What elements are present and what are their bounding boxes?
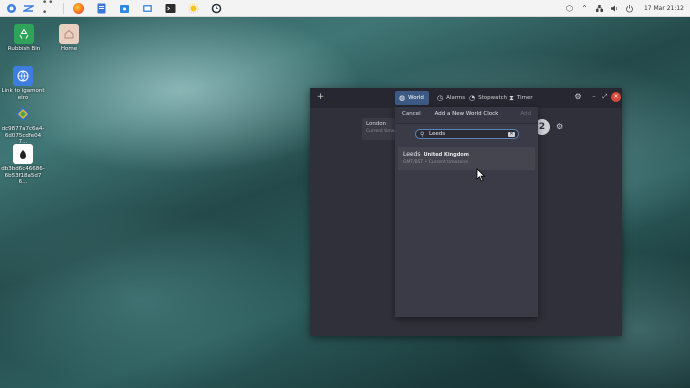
desktop-icon-label: db3bd6c46686-6b53f18a5d76... — [1, 166, 45, 185]
desktop-icon-label: Rubbish Bin — [7, 46, 41, 52]
desktop-icon-rubbish-bin[interactable]: Rubbish Bin — [2, 24, 46, 53]
location-search-input[interactable]: ⚲ Leeds ✕ — [415, 129, 519, 139]
dialog-header: Add a New World Clock Cancel Add — [395, 107, 538, 124]
search-input-value[interactable]: Leeds — [429, 131, 508, 137]
system-tray: ⬡ ⌃ 17 Mar 21:12 — [565, 0, 684, 17]
add-button[interactable]: Add — [520, 111, 531, 117]
search-icon: ⚲ — [420, 130, 425, 138]
panel-separator — [63, 2, 64, 14]
world-clock-city: London — [366, 121, 387, 127]
tab-alarms[interactable]: ◷ Alarms — [433, 91, 469, 105]
panel-clock[interactable]: 17 Mar 21:12 — [644, 5, 684, 12]
minimize-button[interactable]: – — [589, 92, 599, 102]
result-subtitle: GMT/BST • Current timezone — [403, 160, 468, 165]
network-icon[interactable] — [595, 4, 604, 13]
firefox-icon[interactable] — [73, 2, 84, 14]
alarm-icon: ◷ — [437, 94, 444, 102]
software-store-icon[interactable] — [119, 3, 130, 14]
clocks-app-icon[interactable] — [211, 3, 222, 14]
stopwatch-icon: ◔ — [469, 94, 476, 102]
desktop-icon-link[interactable]: Link to igamonteiro — [1, 66, 45, 101]
files-icon[interactable] — [96, 3, 107, 14]
chevron-up-icon[interactable]: ⌃ — [580, 4, 589, 13]
desktop-icon-file-2[interactable]: db3bd6c46686-6b53f18a5d76... — [1, 144, 45, 186]
world-clock-subtitle: Current timez — [366, 129, 397, 134]
clock-settings-gear-icon[interactable]: ⚙ — [556, 122, 563, 131]
desktop-icon-home[interactable]: Home — [47, 24, 91, 53]
top-panel: • • • ⬡ ⌃ 17 Mar 21:12 — [0, 0, 690, 18]
cancel-button[interactable]: Cancel — [402, 111, 421, 117]
archive-icon — [13, 104, 33, 124]
screenshot-icon[interactable] — [142, 3, 153, 14]
desktop-icon-file-1[interactable]: dc9877a7c6a4-6d075cdfe047... — [1, 104, 45, 146]
workspaces-icon[interactable]: • • • — [42, 0, 56, 18]
mouse-cursor-icon — [476, 168, 486, 182]
home-folder-icon — [59, 24, 79, 44]
maximize-button[interactable]: ⤢ — [600, 92, 610, 102]
terminal-icon[interactable] — [165, 3, 176, 14]
menu-gear-icon[interactable]: ⚙ — [573, 92, 583, 102]
result-city: Leeds — [403, 151, 421, 158]
globe-icon: ◍ — [399, 94, 406, 102]
volume-icon[interactable] — [610, 4, 619, 13]
clear-search-icon[interactable]: ✕ — [508, 131, 515, 137]
zorin-menu-icon[interactable] — [23, 3, 34, 14]
document-icon — [13, 144, 33, 164]
add-clock-button[interactable]: + — [315, 92, 326, 103]
result-title: Leeds United Kingdom — [403, 151, 469, 158]
add-world-clock-dialog: Add a New World Clock Cancel Add ⚲ Leeds… — [395, 107, 538, 317]
weather-icon[interactable] — [188, 3, 199, 14]
apps-menu-icon[interactable] — [6, 3, 17, 14]
tab-timer[interactable]: ⧗ Timer — [505, 91, 537, 105]
recycle-icon — [14, 24, 34, 44]
list-item[interactable]: Leeds United Kingdom GMT/BST • Current ti… — [398, 147, 535, 170]
connection-icon[interactable]: ⬡ — [565, 4, 574, 13]
desktop-icon-label: dc9877a7c6a4-6d075cdfe047... — [1, 126, 45, 145]
tab-world[interactable]: ◍ World — [395, 91, 429, 105]
desktop-icon-label: Link to igamonteiro — [1, 88, 45, 101]
close-button[interactable]: × — [611, 92, 621, 102]
network-link-icon — [13, 66, 33, 86]
hourglass-icon: ⧗ — [509, 93, 514, 102]
desktop-icon-label: Home — [60, 46, 78, 52]
power-icon[interactable] — [625, 4, 634, 13]
result-country: United Kingdom — [423, 152, 469, 158]
header-bar: + ◍ World ◷ Alarms ◔ Stopwatch ⧗ Timer ⚙… — [310, 88, 622, 108]
